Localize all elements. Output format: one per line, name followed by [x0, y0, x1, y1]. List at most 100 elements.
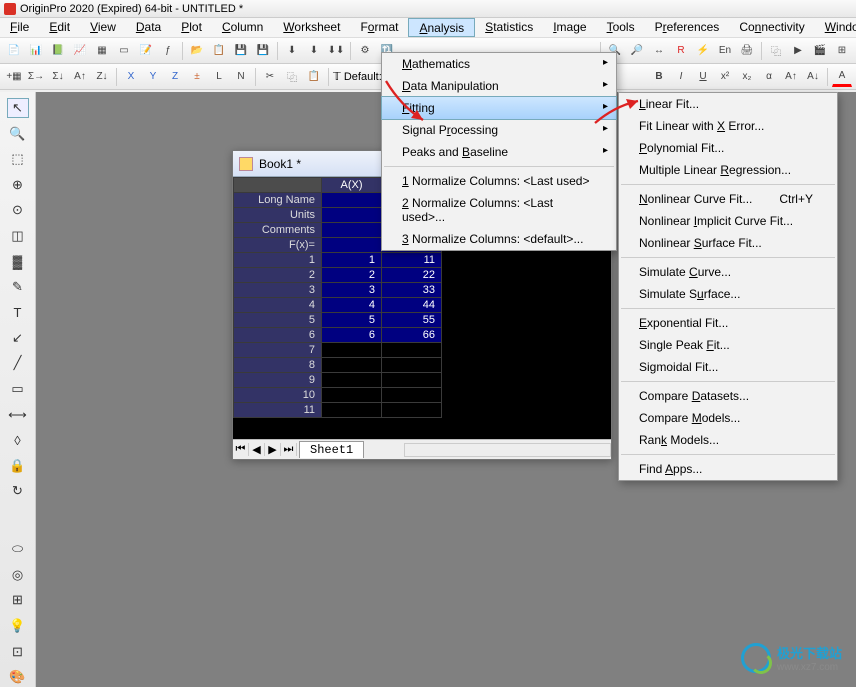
new-notes-icon[interactable]: 📝: [136, 41, 156, 61]
menu-data[interactable]: Data: [126, 18, 171, 37]
horizontal-scrollbar[interactable]: [404, 443, 611, 457]
menu-mathematics[interactable]: Mathematics: [382, 53, 616, 75]
line-tool-icon[interactable]: ╱: [7, 354, 29, 374]
row-8[interactable]: 8: [234, 358, 322, 373]
compare-models[interactable]: Compare Models...: [619, 407, 837, 429]
lock-tool-icon[interactable]: 🔒: [7, 456, 29, 476]
code-builder-icon[interactable]: ⚡: [693, 41, 713, 61]
set-z-icon[interactable]: Z: [165, 67, 185, 87]
menu-view[interactable]: View: [80, 18, 126, 37]
menu-file[interactable]: File: [0, 18, 39, 37]
new-matrix-icon[interactable]: ▦: [92, 41, 112, 61]
data-reader-icon[interactable]: ⊕: [7, 175, 29, 195]
nonlinear-curve-fit[interactable]: Nonlinear Curve Fit...Ctrl+Y: [619, 188, 837, 210]
compare-datasets[interactable]: Compare Datasets...: [619, 385, 837, 407]
decrease-font-icon[interactable]: A↓: [803, 67, 823, 87]
row-10[interactable]: 10: [234, 388, 322, 403]
rectangle-tool-icon[interactable]: ▭: [7, 379, 29, 399]
cut-icon[interactable]: ✂: [260, 67, 280, 87]
mesh-icon[interactable]: ⊞: [7, 591, 29, 611]
single-peak-fit[interactable]: Single Peak Fit...: [619, 334, 837, 356]
find-apps[interactable]: Find Apps...: [619, 458, 837, 480]
row-units[interactable]: Units: [234, 208, 322, 223]
data-selector-icon[interactable]: ◫: [7, 226, 29, 246]
add-column-icon[interactable]: +▦: [4, 67, 24, 87]
menu-recent-2[interactable]: 2 Normalize Columns: <Last used>...: [382, 192, 616, 228]
set-none-icon[interactable]: N: [231, 67, 251, 87]
menu-edit[interactable]: Edit: [39, 18, 80, 37]
subscript-icon[interactable]: x₂: [737, 67, 757, 87]
menu-analysis[interactable]: Analysis: [408, 18, 475, 37]
menu-plot[interactable]: Plot: [171, 18, 212, 37]
row-comments[interactable]: Comments: [234, 223, 322, 238]
data-cursor-icon[interactable]: ⊙: [7, 200, 29, 220]
row-11[interactable]: 11: [234, 403, 322, 418]
pointer-icon[interactable]: ↖: [7, 98, 29, 118]
menu-connectivity[interactable]: Connectivity: [729, 18, 814, 37]
menu-signal-processing[interactable]: Signal Processing: [382, 119, 616, 141]
set-x-icon[interactable]: X: [121, 67, 141, 87]
rescale-icon[interactable]: ↔: [649, 41, 669, 61]
menu-recent-1[interactable]: 1 Normalize Columns: <Last used>: [382, 170, 616, 192]
new-project-icon[interactable]: 📄: [4, 41, 24, 61]
greek-icon[interactable]: α: [759, 67, 779, 87]
menu-image[interactable]: Image: [543, 18, 596, 37]
polynomial-fit[interactable]: Polynomial Fit...: [619, 137, 837, 159]
zoom-region-icon[interactable]: ⬚: [7, 149, 29, 169]
text-tool-icon[interactable]: T: [7, 303, 29, 323]
grid-corner[interactable]: [234, 178, 322, 193]
open-template-icon[interactable]: 📋: [209, 41, 229, 61]
menu-column[interactable]: Column: [212, 18, 273, 37]
zoom-panning-icon[interactable]: 🔍: [7, 124, 29, 144]
italic-icon[interactable]: I: [671, 67, 691, 87]
increase-font-icon[interactable]: A↑: [781, 67, 801, 87]
menu-statistics[interactable]: Statistics: [475, 18, 543, 37]
exponential-fit[interactable]: Exponential Fit...: [619, 312, 837, 334]
menu-peaks-baseline[interactable]: Peaks and Baseline: [382, 141, 616, 163]
copy-icon[interactable]: ⿻: [282, 67, 302, 87]
row-4[interactable]: 4: [234, 298, 322, 313]
sheet-tab-1[interactable]: Sheet1: [299, 441, 364, 458]
3d-contour-icon[interactable]: ◎: [7, 565, 29, 585]
set-yerr-icon[interactable]: ±: [187, 67, 207, 87]
linear-with-x-error[interactable]: Fit Linear with X Error...: [619, 115, 837, 137]
import-wizard-icon[interactable]: ⬇: [282, 41, 302, 61]
rotate-tool-icon[interactable]: ↻: [7, 481, 29, 501]
row-fx[interactable]: F(x)=: [234, 238, 322, 253]
row-longname[interactable]: Long Name: [234, 193, 322, 208]
menu-tools[interactable]: Tools: [597, 18, 645, 37]
nav-last-icon[interactable]: ⏭: [281, 443, 297, 456]
roi-tool-icon[interactable]: ◊: [7, 430, 29, 450]
rank-models[interactable]: Rank Models...: [619, 429, 837, 451]
region-mask-icon[interactable]: ▓: [7, 252, 29, 272]
digitizer-icon[interactable]: ⊞: [832, 41, 852, 61]
reader-icon[interactable]: R: [671, 41, 691, 61]
nav-next-icon[interactable]: ▶: [265, 443, 281, 456]
linear-fit[interactable]: Linear Fit...: [619, 93, 837, 115]
open-icon[interactable]: 📂: [187, 41, 207, 61]
3d-rotation-icon[interactable]: ⬭: [7, 540, 29, 560]
menu-worksheet[interactable]: Worksheet: [273, 18, 350, 37]
bold-icon[interactable]: B: [649, 67, 669, 87]
nonlinear-implicit-curve-fit[interactable]: Nonlinear Implicit Curve Fit...: [619, 210, 837, 232]
row-2[interactable]: 2: [234, 268, 322, 283]
slideshow-icon[interactable]: ▶: [788, 41, 808, 61]
duplicate-icon[interactable]: ⿻: [766, 41, 786, 61]
row-3[interactable]: 3: [234, 283, 322, 298]
lighting-icon[interactable]: 💡: [7, 616, 29, 636]
row-6[interactable]: 6: [234, 328, 322, 343]
superscript-icon[interactable]: x²: [715, 67, 735, 87]
nav-first-icon[interactable]: ⏮: [233, 443, 249, 456]
underline-icon[interactable]: U: [693, 67, 713, 87]
menu-fitting[interactable]: Fitting: [381, 96, 617, 120]
new-graph-icon[interactable]: 📈: [70, 41, 90, 61]
menu-window[interactable]: Window: [815, 18, 856, 37]
row-5[interactable]: 5: [234, 313, 322, 328]
multiple-linear-regression[interactable]: Multiple Linear Regression...: [619, 159, 837, 181]
apps-icon[interactable]: ⊡: [7, 642, 29, 662]
sort-asc-icon[interactable]: A↑: [70, 67, 90, 87]
row-1[interactable]: 1: [234, 253, 322, 268]
save-icon[interactable]: 💾: [231, 41, 251, 61]
nonlinear-surface-fit[interactable]: Nonlinear Surface Fit...: [619, 232, 837, 254]
font-color-icon[interactable]: A: [832, 67, 852, 87]
